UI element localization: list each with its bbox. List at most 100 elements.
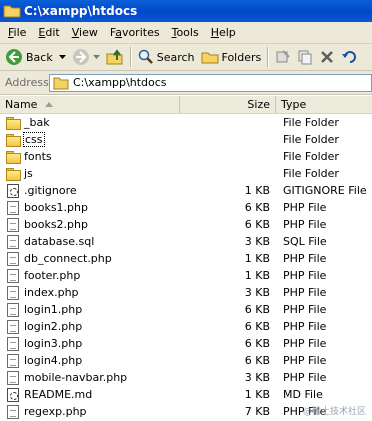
file-name-cell[interactable]: _bak <box>5 114 180 131</box>
folder-icon <box>53 77 69 89</box>
file-size: 7 KB <box>244 405 270 418</box>
title-bar[interactable]: C:\xampp\htdocs <box>0 0 372 22</box>
undo-button[interactable] <box>338 46 360 68</box>
file-row[interactable]: books2.php 6 KB PHP File <box>0 216 372 233</box>
file-name-cell[interactable]: db_connect.php <box>5 250 180 267</box>
file-name: login1.php <box>24 303 83 316</box>
document-icon <box>7 251 19 266</box>
column-size-label: Size <box>247 98 270 111</box>
file-name-cell[interactable]: footer.php <box>5 267 180 284</box>
file-name: login3.php <box>24 337 83 350</box>
file-name-cell[interactable]: css <box>5 131 180 148</box>
menu-item-view[interactable]: View <box>67 26 105 39</box>
move-to-button[interactable] <box>272 46 294 68</box>
folders-icon <box>201 52 219 64</box>
file-name-cell[interactable]: js <box>5 165 180 182</box>
document-icon <box>7 234 19 249</box>
address-input[interactable]: C:\xampp\htdocs <box>49 73 372 92</box>
file-row[interactable]: js File Folder <box>0 165 372 182</box>
file-type: File Folder <box>283 167 339 180</box>
menu-item-favorites[interactable]: Favorites <box>105 26 167 39</box>
file-name-cell[interactable]: login2.php <box>5 318 180 335</box>
file-row[interactable]: books1.php 6 KB PHP File <box>0 199 372 216</box>
file-row[interactable]: login1.php 6 KB PHP File <box>0 301 372 318</box>
column-size[interactable]: Size <box>180 96 276 113</box>
file-name-cell[interactable]: database.sql <box>5 233 180 250</box>
column-name-label: Name <box>5 98 38 111</box>
file-name: footer.php <box>24 269 81 282</box>
folder-icon <box>3 3 21 19</box>
back-button[interactable]: Back <box>2 46 56 68</box>
menu-bar: File Edit View Favorites Tools Help <box>0 22 372 44</box>
menu-item-file[interactable]: File <box>3 26 33 39</box>
file-size: 3 KB <box>244 235 270 248</box>
file-row[interactable]: db_connect.php 1 KB PHP File <box>0 250 372 267</box>
window-title: C:\xampp\htdocs <box>24 4 138 18</box>
file-row[interactable]: index.php 3 KB PHP File <box>0 284 372 301</box>
address-label: Address <box>5 76 49 89</box>
file-name-cell[interactable]: index.php <box>5 284 180 301</box>
file-name-cell[interactable]: regexp.php <box>5 403 180 420</box>
back-dropdown[interactable] <box>56 46 69 68</box>
file-name: login4.php <box>24 354 83 367</box>
file-type: PHP File <box>283 371 327 384</box>
file-row[interactable]: login2.php 6 KB PHP File <box>0 318 372 335</box>
file-row[interactable]: database.sql 3 KB SQL File <box>0 233 372 250</box>
document-icon <box>7 404 19 419</box>
chevron-down-icon <box>92 55 100 59</box>
system-file-icon <box>7 387 19 402</box>
file-size: 6 KB <box>244 303 270 316</box>
file-name: index.php <box>24 286 79 299</box>
document-icon <box>7 302 19 317</box>
file-name: fonts <box>24 150 52 163</box>
file-row[interactable]: _bak File Folder <box>0 114 372 131</box>
forward-button[interactable] <box>69 46 103 68</box>
file-row[interactable]: login4.php 6 KB PHP File <box>0 352 372 369</box>
file-name-cell[interactable]: login3.php <box>5 335 180 352</box>
file-name-cell[interactable]: mobile-navbar.php <box>5 369 180 386</box>
file-size: 1 KB <box>244 388 270 401</box>
file-name-cell[interactable]: books1.php <box>5 199 180 216</box>
file-row[interactable]: login3.php 6 KB PHP File <box>0 335 372 352</box>
file-name: books2.php <box>24 218 88 231</box>
file-row[interactable]: css File Folder <box>0 131 372 148</box>
file-size: 6 KB <box>244 201 270 214</box>
file-name-cell[interactable]: README.md <box>5 386 180 403</box>
file-row[interactable]: mobile-navbar.php 3 KB PHP File <box>0 369 372 386</box>
file-size: 6 KB <box>244 354 270 367</box>
file-row[interactable]: README.md 1 KB MD File <box>0 386 372 403</box>
column-name[interactable]: Name <box>0 96 180 113</box>
copy-to-button[interactable] <box>294 46 316 68</box>
column-type-label: Type <box>281 98 307 111</box>
file-type: PHP File <box>283 286 327 299</box>
system-file-icon <box>7 183 19 198</box>
document-icon <box>7 336 19 351</box>
file-name-cell[interactable]: login1.php <box>5 301 180 318</box>
document-icon <box>7 319 19 334</box>
file-row[interactable]: footer.php 1 KB PHP File <box>0 267 372 284</box>
back-arrow-icon <box>6 49 22 65</box>
search-button[interactable]: Search <box>135 46 198 68</box>
file-name: mobile-navbar.php <box>24 371 128 384</box>
file-name-cell[interactable]: fonts <box>5 148 180 165</box>
file-size: 1 KB <box>244 184 270 197</box>
menu-item-help[interactable]: Help <box>206 26 243 39</box>
up-folder-button[interactable] <box>103 46 127 68</box>
document-icon <box>7 217 19 232</box>
file-row[interactable]: .gitignore 1 KB GITIGNORE File <box>0 182 372 199</box>
document-icon <box>7 353 19 368</box>
file-row[interactable]: fonts File Folder <box>0 148 372 165</box>
file-name: database.sql <box>24 235 95 248</box>
file-name-cell[interactable]: .gitignore <box>5 182 180 199</box>
file-name: js <box>24 167 33 180</box>
menu-item-tools[interactable]: Tools <box>167 26 206 39</box>
folders-button[interactable]: Folders <box>198 46 265 68</box>
delete-button[interactable] <box>316 46 338 68</box>
menu-item-edit[interactable]: Edit <box>33 26 66 39</box>
forward-arrow-icon <box>72 49 89 65</box>
file-type: PHP File <box>283 337 327 350</box>
column-type[interactable]: Type <box>276 96 372 113</box>
file-name-cell[interactable]: books2.php <box>5 216 180 233</box>
file-name-cell[interactable]: login4.php <box>5 352 180 369</box>
file-size: 6 KB <box>244 218 270 231</box>
